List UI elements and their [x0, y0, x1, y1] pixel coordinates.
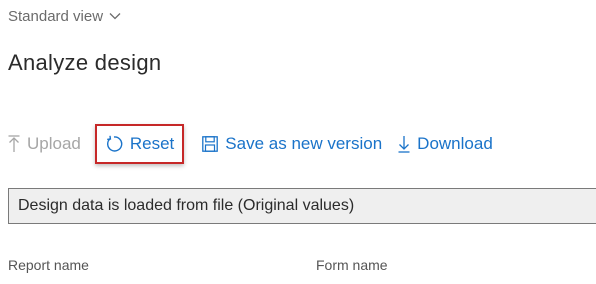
upload-icon: [8, 135, 20, 153]
upload-button-label: Upload: [27, 134, 81, 153]
save-icon: [202, 136, 219, 152]
column-header-form-name[interactable]: Form name: [316, 257, 388, 273]
refresh-icon: [105, 135, 123, 153]
info-message-text: Design data is loaded from file (Origina…: [18, 197, 355, 214]
chevron-down-icon: [109, 12, 121, 20]
download-button-label: Download: [417, 134, 493, 153]
download-icon: [398, 135, 410, 153]
reset-button[interactable]: Reset: [94, 124, 185, 164]
save-as-new-version-button[interactable]: Save as new version: [202, 124, 382, 164]
reset-button-label: Reset: [129, 134, 175, 153]
action-toolbar: Upload Reset Save as new version Downloa…: [8, 124, 493, 164]
upload-button[interactable]: Upload: [8, 124, 81, 164]
page-title: Analyze design: [8, 50, 162, 75]
view-selector[interactable]: Standard view: [8, 4, 121, 28]
download-button[interactable]: Download: [398, 124, 493, 164]
view-selector-label: Standard view: [8, 7, 104, 25]
info-message-bar: Design data is loaded from file (Origina…: [8, 188, 596, 224]
column-header-report-name[interactable]: Report name: [8, 257, 89, 273]
save-as-new-version-label: Save as new version: [225, 134, 383, 153]
